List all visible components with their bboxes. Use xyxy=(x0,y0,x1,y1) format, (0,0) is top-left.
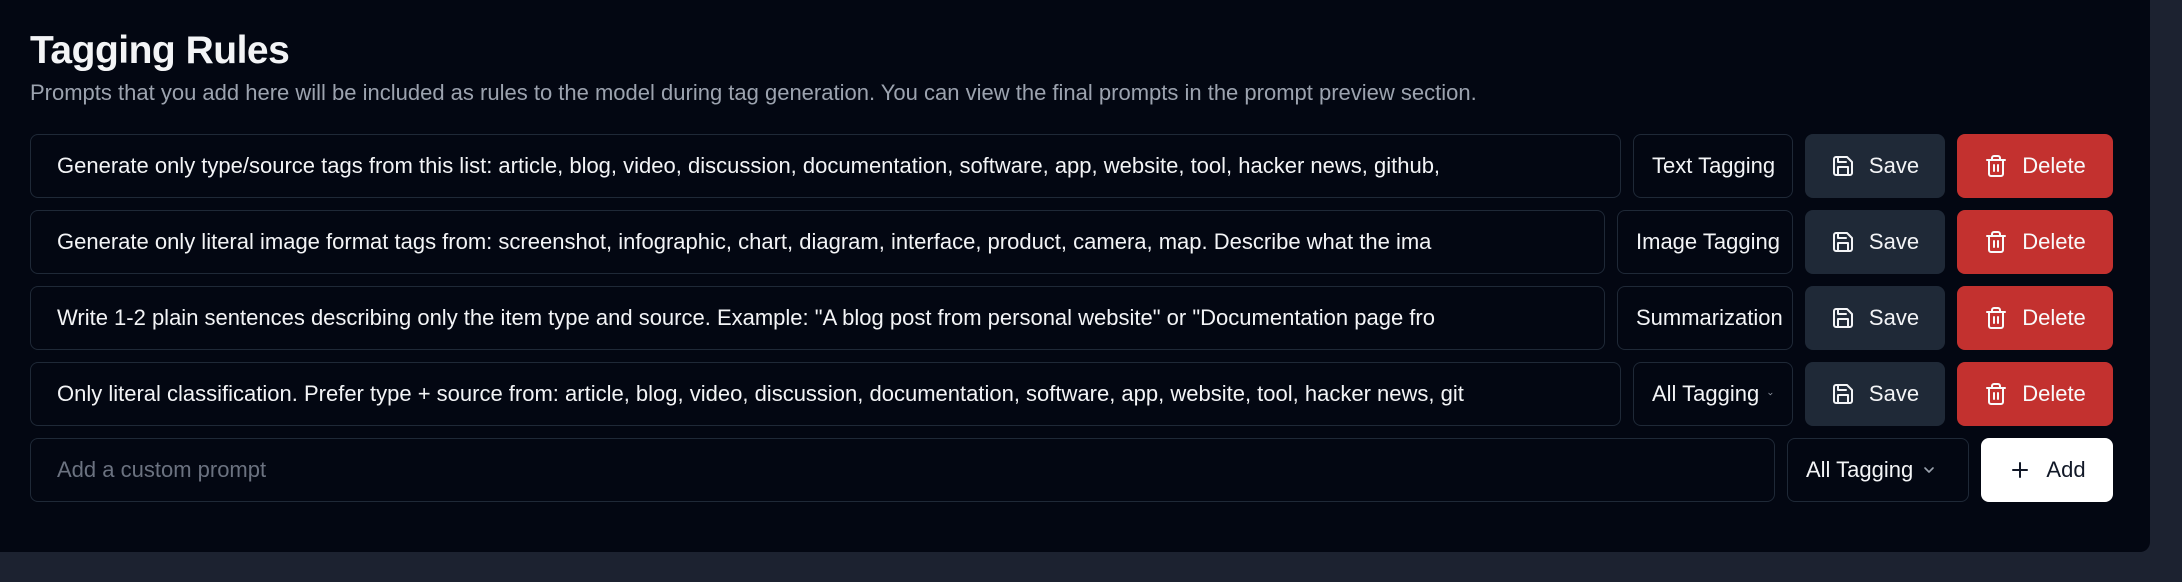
save-label: Save xyxy=(1868,229,1920,254)
save-button[interactable]: Save xyxy=(1805,210,1945,274)
rule-type-select[interactable]: All Tagging xyxy=(1633,362,1793,426)
trash-icon xyxy=(1986,155,2007,177)
save-label: Save xyxy=(1868,153,1920,178)
trash-icon xyxy=(1986,307,2007,329)
rule-type-select[interactable]: Summarization xyxy=(1617,286,1793,350)
delete-button[interactable]: Delete xyxy=(1957,362,2113,426)
new-rule-type-label: All Tagging xyxy=(1806,457,1914,482)
page-subtitle: Prompts that you add here will be includ… xyxy=(30,80,1477,105)
chevron-down-icon xyxy=(1924,467,1935,473)
rule-type-select[interactable]: Text Tagging xyxy=(1633,134,1793,198)
new-rule-row: All Tagging Add xyxy=(30,438,2113,502)
delete-label: Delete xyxy=(2022,381,2086,406)
delete-button[interactable]: Delete xyxy=(1957,286,2113,350)
save-icon xyxy=(1832,308,1853,328)
save-button[interactable]: Save xyxy=(1805,286,1945,350)
rule-row: Summarization Save Delete xyxy=(30,286,2113,350)
rule-prompt-input[interactable] xyxy=(30,134,1621,198)
save-icon xyxy=(1832,156,1853,176)
rule-type-label: Summarization xyxy=(1636,305,1783,330)
save-label: Save xyxy=(1868,305,1920,330)
delete-button[interactable]: Delete xyxy=(1957,134,2113,198)
rule-prompt-input[interactable] xyxy=(30,210,1605,274)
add-button[interactable]: Add xyxy=(1981,438,2113,502)
rule-row: Image Tagging Save Delete xyxy=(30,210,2113,274)
rule-type-label: All Tagging xyxy=(1652,381,1760,406)
rule-row: Text Tagging Save Delete xyxy=(30,134,2113,198)
save-label: Save xyxy=(1868,381,1920,406)
new-rule-type-select[interactable]: All Tagging xyxy=(1787,438,1969,502)
rule-prompt-input[interactable] xyxy=(30,362,1621,426)
rule-type-select[interactable]: Image Tagging xyxy=(1617,210,1793,274)
delete-label: Delete xyxy=(2022,229,2086,254)
save-button[interactable]: Save xyxy=(1805,362,1945,426)
custom-prompt-input[interactable] xyxy=(30,438,1775,502)
save-button[interactable]: Save xyxy=(1805,134,1945,198)
tagging-rules-panel: Tagging Rules Prompts that you add here … xyxy=(0,0,2150,552)
delete-button[interactable]: Delete xyxy=(1957,210,2113,274)
save-icon xyxy=(1832,384,1853,404)
page-title: Tagging Rules xyxy=(30,29,290,72)
plus-icon xyxy=(2012,462,2029,478)
rule-type-label: Text Tagging xyxy=(1652,153,1776,178)
rule-row: All Tagging Save Delete xyxy=(30,362,2113,426)
rules-list: Text Tagging Save Delete Image Tagging S… xyxy=(30,134,2113,502)
trash-icon xyxy=(1986,231,2007,253)
save-icon xyxy=(1832,232,1853,252)
rule-prompt-input[interactable] xyxy=(30,286,1605,350)
chevron-down-icon xyxy=(1768,392,1773,396)
trash-icon xyxy=(1986,383,2007,405)
delete-label: Delete xyxy=(2022,305,2086,330)
rule-type-label: Image Tagging xyxy=(1636,229,1780,254)
add-label: Add xyxy=(2046,457,2086,482)
delete-label: Delete xyxy=(2022,153,2086,178)
